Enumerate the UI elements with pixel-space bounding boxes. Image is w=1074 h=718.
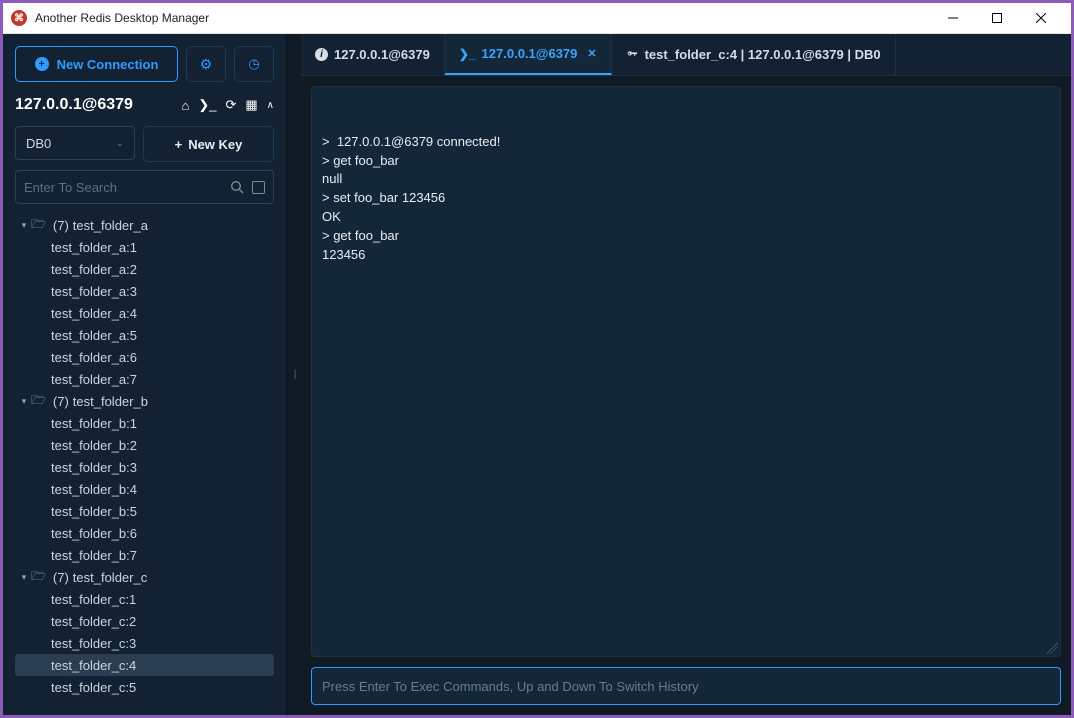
close-icon bbox=[1036, 13, 1046, 23]
minimize-icon bbox=[948, 13, 958, 23]
app-window: ⌘ Another Redis Desktop Manager + New Co… bbox=[3, 3, 1071, 715]
tree-key[interactable]: test_folder_a:6 bbox=[15, 346, 274, 368]
app-icon: ⌘ bbox=[11, 10, 27, 26]
tab-close-icon[interactable]: ✕ bbox=[587, 47, 596, 60]
exact-match-toggle[interactable] bbox=[252, 181, 265, 194]
console-line: > get foo_bar bbox=[322, 227, 1050, 246]
maximize-button[interactable] bbox=[975, 3, 1019, 33]
gear-icon: ⚙ bbox=[200, 56, 213, 73]
search-wrap bbox=[15, 170, 274, 204]
search-icon[interactable] bbox=[230, 180, 244, 194]
tree-folder[interactable]: ▾🗁 (7) test_folder_b bbox=[15, 390, 274, 412]
new-connection-label: New Connection bbox=[57, 57, 159, 72]
tree-key[interactable]: test_folder_c:1 bbox=[15, 588, 274, 610]
info-icon: i bbox=[315, 48, 328, 61]
folder-count: (7) bbox=[53, 218, 69, 233]
tree-key[interactable]: test_folder_b:2 bbox=[15, 434, 274, 456]
resize-grip-icon[interactable] bbox=[1046, 642, 1058, 654]
connection-header[interactable]: 127.0.0.1@6379 ⌂ ❯_ ⟳ ▦ ∧ bbox=[15, 96, 274, 114]
console-panel: > 127.0.0.1@6379 connected!> get foo_bar… bbox=[301, 76, 1071, 715]
caret-down-icon: ▾ bbox=[17, 572, 31, 583]
reload-icon[interactable]: ⟳ bbox=[225, 97, 236, 113]
new-key-button[interactable]: New Key bbox=[143, 126, 274, 162]
tree-key[interactable]: test_folder_a:7 bbox=[15, 368, 274, 390]
db-select[interactable]: DB0 ⌄ bbox=[15, 126, 135, 160]
close-button[interactable] bbox=[1019, 3, 1063, 33]
folder-open-icon: 🗁 bbox=[31, 391, 46, 412]
title-bar: ⌘ Another Redis Desktop Manager bbox=[3, 3, 1071, 34]
settings-button[interactable]: ⚙ bbox=[186, 46, 226, 82]
tab-bar: i 127.0.0.1@6379 ❯_ 127.0.0.1@6379 ✕ test_fol… bbox=[301, 34, 1071, 76]
tree-key[interactable]: test_folder_c:4 bbox=[15, 654, 274, 676]
folder-name: test_folder_c bbox=[73, 570, 147, 585]
connection-title: 127.0.0.1@6379 bbox=[15, 96, 133, 114]
console-input-wrap bbox=[311, 667, 1061, 705]
tree-key[interactable]: test_folder_a:4 bbox=[15, 302, 274, 324]
tree-key[interactable]: test_folder_c:3 bbox=[15, 632, 274, 654]
search-input[interactable] bbox=[24, 180, 224, 195]
folder-open-icon: 🗁 bbox=[31, 215, 46, 236]
tab-label: 127.0.0.1@6379 bbox=[482, 46, 578, 61]
tab[interactable]: i 127.0.0.1@6379 bbox=[301, 34, 445, 75]
console-line: OK bbox=[322, 208, 1050, 227]
db-selected-label: DB0 bbox=[26, 136, 51, 151]
folder-name: test_folder_a bbox=[73, 218, 148, 233]
tree-key[interactable]: test_folder_a:5 bbox=[15, 324, 274, 346]
tab-label: test_folder_c:4 | 127.0.0.1@6379 | DB0 bbox=[645, 47, 881, 62]
maximize-icon bbox=[992, 13, 1002, 23]
folder-name: test_folder_b bbox=[73, 394, 148, 409]
console-input[interactable] bbox=[322, 679, 1050, 694]
tree-key[interactable]: test_folder_b:3 bbox=[15, 456, 274, 478]
tree-folder[interactable]: ▾🗁 (7) test_folder_a bbox=[15, 214, 274, 236]
grid-icon[interactable]: ▦ bbox=[245, 97, 257, 113]
tab[interactable]: ❯_ 127.0.0.1@6379 ✕ bbox=[445, 34, 612, 75]
new-key-label: New Key bbox=[188, 137, 242, 152]
chevron-down-icon: ⌄ bbox=[116, 138, 124, 149]
key-icon bbox=[626, 48, 639, 61]
terminal-icon: ❯_ bbox=[459, 47, 476, 61]
tab-label: 127.0.0.1@6379 bbox=[334, 47, 430, 62]
console-line: > get foo_bar bbox=[322, 152, 1050, 171]
minimize-button[interactable] bbox=[931, 3, 975, 33]
tree-key[interactable]: test_folder_b:1 bbox=[15, 412, 274, 434]
tree-key[interactable]: test_folder_c:5 bbox=[15, 676, 274, 698]
main-area: i 127.0.0.1@6379 ❯_ 127.0.0.1@6379 ✕ test_fol… bbox=[301, 34, 1071, 715]
home-icon[interactable]: ⌂ bbox=[181, 98, 189, 113]
new-connection-button[interactable]: + New Connection bbox=[15, 46, 178, 82]
caret-down-icon: ▾ bbox=[17, 220, 31, 231]
window-title: Another Redis Desktop Manager bbox=[35, 11, 931, 25]
pane-resizer[interactable]: || bbox=[287, 34, 301, 715]
console-output: > 127.0.0.1@6379 connected!> get foo_bar… bbox=[311, 86, 1061, 657]
console-line: null bbox=[322, 170, 1050, 189]
tree-key[interactable]: test_folder_b:4 bbox=[15, 478, 274, 500]
folder-open-icon: 🗁 bbox=[31, 567, 46, 588]
key-tree: ▾🗁(7)test_folder_atest_folder_a:1test_fo… bbox=[15, 214, 274, 715]
folder-count: (7) bbox=[53, 394, 69, 409]
tree-key[interactable]: test_folder_a:2 bbox=[15, 258, 274, 280]
clock-icon: ◷ bbox=[248, 56, 259, 72]
terminal-icon[interactable]: ❯_ bbox=[198, 97, 216, 113]
console-line: > set foo_bar 123456 bbox=[322, 189, 1050, 208]
tree-key[interactable]: test_folder_a:1 bbox=[15, 236, 274, 258]
tab[interactable]: test_folder_c:4 | 127.0.0.1@6379 | DB0 bbox=[612, 34, 896, 75]
tree-key[interactable]: test_folder_a:3 bbox=[15, 280, 274, 302]
sidebar: + New Connection ⚙ ◷ 127.0.0.1@6379 ⌂ ❯_… bbox=[3, 34, 287, 715]
plus-icon: + bbox=[35, 57, 49, 71]
console-line: 123456 bbox=[322, 246, 1050, 265]
history-button[interactable]: ◷ bbox=[234, 46, 274, 82]
tree-key[interactable]: test_folder_b:7 bbox=[15, 544, 274, 566]
folder-count: (7) bbox=[53, 570, 69, 585]
collapse-icon[interactable]: ∧ bbox=[267, 100, 274, 111]
console-line: > 127.0.0.1@6379 connected! bbox=[322, 133, 1050, 152]
caret-down-icon: ▾ bbox=[17, 396, 31, 407]
tree-key[interactable]: test_folder_b:5 bbox=[15, 500, 274, 522]
tree-key[interactable]: test_folder_c:2 bbox=[15, 610, 274, 632]
tree-key[interactable]: test_folder_b:6 bbox=[15, 522, 274, 544]
tree-folder[interactable]: ▾🗁 (7) test_folder_c bbox=[15, 566, 274, 588]
